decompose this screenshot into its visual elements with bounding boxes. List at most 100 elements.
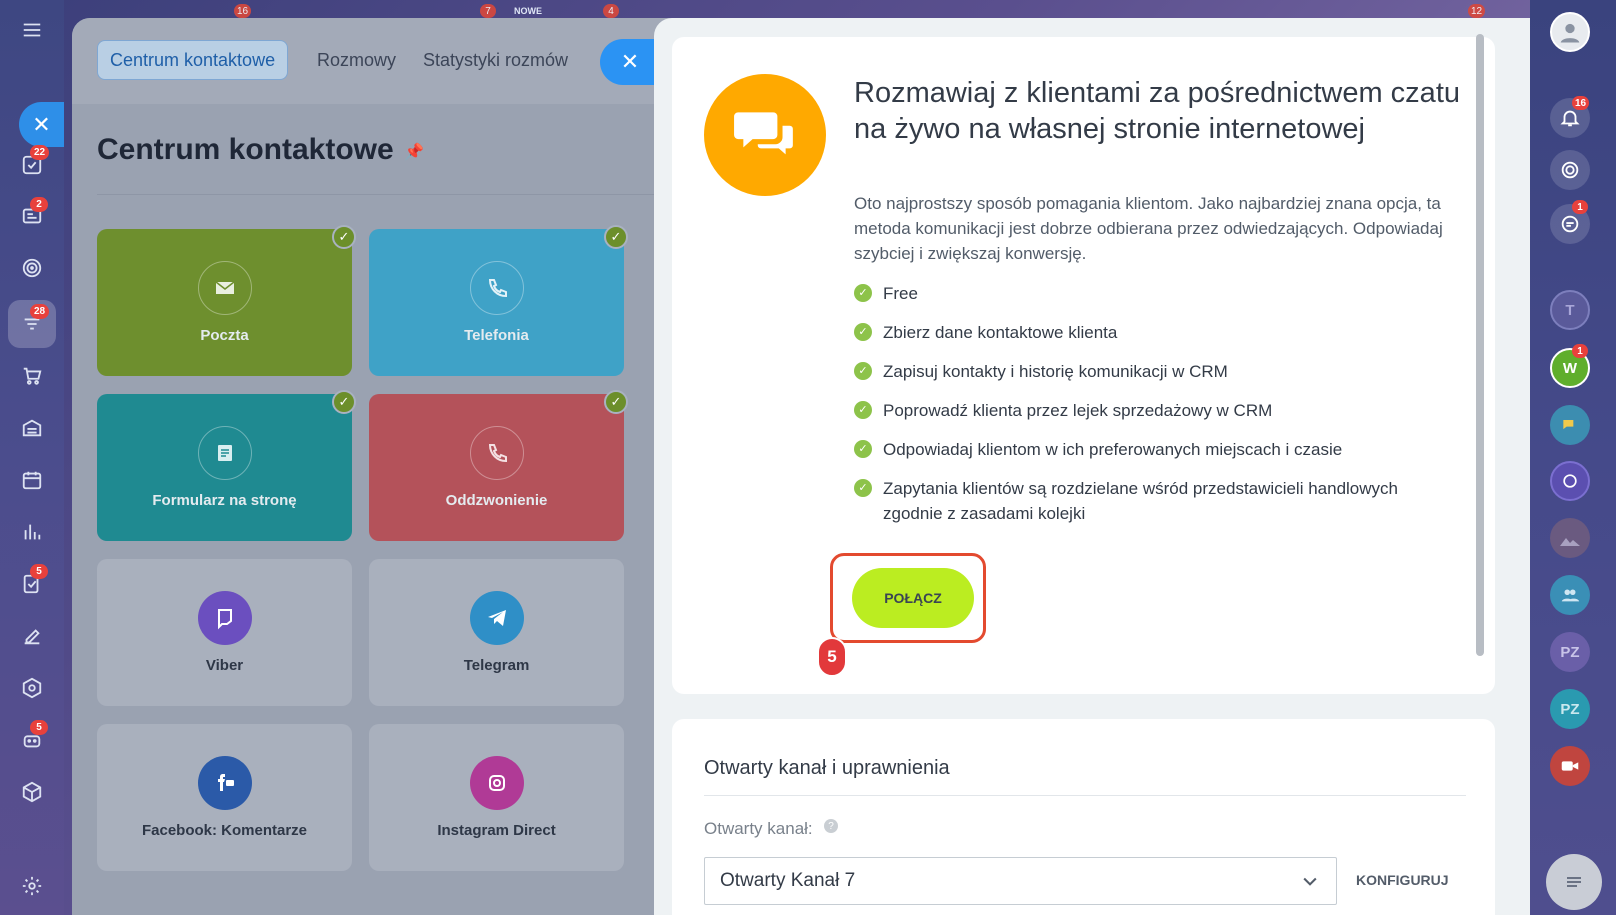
tab-contact-center[interactable]: Centrum kontaktowe	[97, 40, 289, 80]
tile-instagram-direct[interactable]: Instagram Direct	[369, 724, 624, 871]
top-badge: 12	[1468, 4, 1486, 18]
divider	[97, 194, 657, 195]
bot-badge: 5	[30, 720, 48, 735]
check-icon: ✓	[854, 323, 872, 341]
sign-icon[interactable]	[16, 620, 48, 652]
live-chat-icon	[704, 74, 826, 196]
connected-check-icon: ✓	[604, 225, 628, 249]
new-label: NOWE	[514, 6, 542, 16]
chevron-down-icon	[1303, 877, 1317, 886]
tile-label: Facebook: Komentarze	[141, 822, 308, 839]
user-avatar[interactable]	[1550, 12, 1590, 52]
hexagon-icon[interactable]	[16, 672, 48, 704]
feature-item: ✓ Zbierz dane kontaktowe klienta	[854, 320, 1454, 345]
target-icon[interactable]	[16, 252, 48, 284]
feature-item: ✓ Zapisuj kontakty i historię komunikacji…	[854, 359, 1454, 384]
check-icon: ✓	[854, 284, 872, 302]
contact-w-badge: 1	[1572, 344, 1588, 358]
feature-item: ✓ Free	[854, 281, 1454, 306]
check-icon: ✓	[854, 362, 872, 380]
chat-badge: 1	[1572, 200, 1588, 214]
facebook-comments-icon	[197, 756, 252, 810]
contact-avatar-pz[interactable]: PZ	[1550, 689, 1590, 729]
analytics-icon[interactable]	[16, 516, 48, 548]
close-slider-button[interactable]: ✕	[600, 39, 660, 85]
callback-icon	[469, 426, 524, 480]
package-icon[interactable]	[16, 776, 48, 808]
contact-avatar-pz[interactable]: PZ	[1550, 632, 1590, 672]
tile-callback[interactable]: Oddzwonienie ✓	[369, 390, 628, 541]
tile-label: Telefonia	[464, 327, 529, 344]
tile-label: Viber	[205, 657, 244, 674]
menu-icon[interactable]	[16, 14, 48, 46]
instagram-icon	[469, 756, 524, 810]
tile-telegram[interactable]: Telegram	[369, 559, 624, 706]
form-icon	[197, 426, 252, 480]
mail-icon	[197, 261, 252, 315]
feature-item: ✓ Poprowadź klienta przez lejek sprzedażo…	[854, 398, 1454, 423]
notifications-badge: 16	[1572, 96, 1590, 110]
tile-label: Oddzwonienie	[445, 492, 548, 509]
top-badge: 16	[234, 4, 252, 18]
tile-mail[interactable]: Poczta ✓	[97, 225, 356, 376]
connect-button[interactable]: POŁĄCZ	[852, 568, 974, 628]
support-chat-icon[interactable]	[1550, 461, 1590, 501]
viber-icon	[197, 591, 252, 645]
connected-check-icon: ✓	[332, 390, 356, 414]
tile-viber[interactable]: Viber	[97, 559, 352, 706]
phone-icon	[469, 261, 524, 315]
tile-form[interactable]: Formularz na stronę ✓	[97, 390, 356, 541]
telegram-icon	[469, 591, 524, 645]
group-avatar-icon[interactable]	[1550, 575, 1590, 615]
tile-label: Instagram Direct	[437, 822, 556, 839]
contact-photo-avatar[interactable]	[1550, 518, 1590, 558]
contact-center-panel: Centrum kontaktowe Rozmowy Statystyki ro…	[72, 18, 672, 915]
tab-conversations[interactable]: Rozmowy	[305, 40, 408, 80]
tile-label: Formularz na stronę	[152, 492, 297, 509]
left-sidebar: ✕ 22 2 28 5 5	[0, 0, 64, 915]
approvals-badge: 5	[30, 564, 48, 579]
page-title: Centrum kontaktowe	[97, 133, 394, 166]
top-badge: 4	[603, 4, 619, 18]
connected-check-icon: ✓	[604, 390, 628, 414]
activity-icon[interactable]	[1550, 150, 1590, 190]
video-call-icon[interactable]	[1550, 746, 1590, 786]
top-badge: 7	[480, 4, 496, 18]
live-chat-slider: Rozmawiaj z klientami za pośrednictwem c…	[654, 18, 1530, 915]
settings-gear-icon[interactable]	[16, 870, 48, 902]
warehouse-icon[interactable]	[16, 412, 48, 444]
feature-item: ✓ Zapytania klientów są rozdzielane wśród…	[854, 476, 1454, 526]
open-channel-select[interactable]: Otwarty Kanał 7	[704, 857, 1337, 905]
panel-topbar: Centrum kontaktowe Rozmowy Statystyki ro…	[72, 18, 672, 104]
help-icon[interactable]: ?	[824, 819, 838, 833]
tile-telephony[interactable]: Telefonia ✓	[369, 225, 628, 376]
divider	[704, 795, 1466, 796]
contact-avatar-t[interactable]: T	[1550, 290, 1590, 330]
slider-title: Rozmawiaj z klientami za pośrednictwem c…	[854, 77, 1460, 146]
open-channel-card: Otwarty kanał i uprawnienia Otwarty kana…	[672, 719, 1495, 915]
check-icon: ✓	[854, 440, 872, 458]
configure-button[interactable]: KONFIGURUJ	[1356, 872, 1449, 888]
feed-badge: 2	[30, 197, 48, 212]
cart-icon[interactable]	[16, 360, 48, 392]
scrollbar[interactable]	[1476, 34, 1484, 656]
check-icon: ✓	[854, 401, 872, 419]
field-label: Otwarty kanał:	[704, 819, 813, 838]
close-slider-left-button[interactable]: ✕	[19, 102, 64, 147]
slider-description: Oto najprostszy sposób pomagania kliento…	[854, 194, 1443, 263]
check-icon: ✓	[854, 479, 872, 497]
live-chat-info-card: Rozmawiaj z klientami za pośrednictwem c…	[672, 37, 1495, 694]
tile-label: Poczta	[200, 327, 249, 344]
tile-facebook-comments[interactable]: Facebook: Komentarze	[97, 724, 352, 871]
contact-center-badge: 28	[30, 304, 50, 319]
group-chat-icon[interactable]	[1550, 405, 1590, 445]
right-sidebar: 12 16 1 T W 1 PZ PZ	[1468, 0, 1616, 915]
selected-value: Otwarty Kanał 7	[720, 870, 856, 891]
messenger-menu-icon[interactable]	[1546, 854, 1602, 910]
connected-check-icon: ✓	[332, 225, 356, 249]
section-title: Otwarty kanał i uprawnienia	[704, 757, 950, 779]
step-marker: 5	[817, 637, 847, 677]
calendar-icon[interactable]	[16, 464, 48, 496]
pin-icon[interactable]: 📌	[404, 142, 424, 162]
tab-statistics[interactable]: Statystyki rozmów	[411, 40, 580, 80]
